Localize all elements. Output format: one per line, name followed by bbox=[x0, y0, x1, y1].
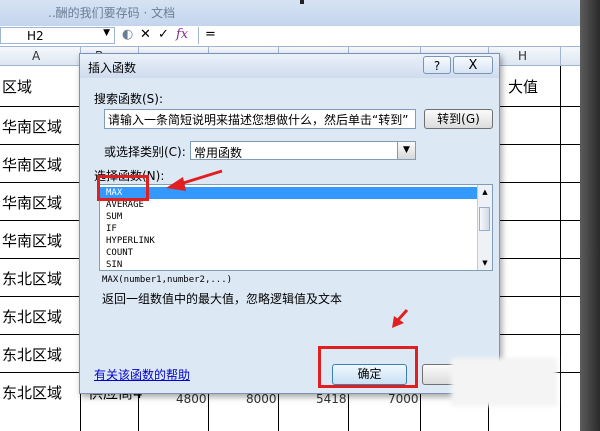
arrow-to-max bbox=[166, 169, 223, 191]
arrow-to-ok bbox=[392, 308, 409, 328]
annotation-arrows bbox=[166, 169, 409, 328]
